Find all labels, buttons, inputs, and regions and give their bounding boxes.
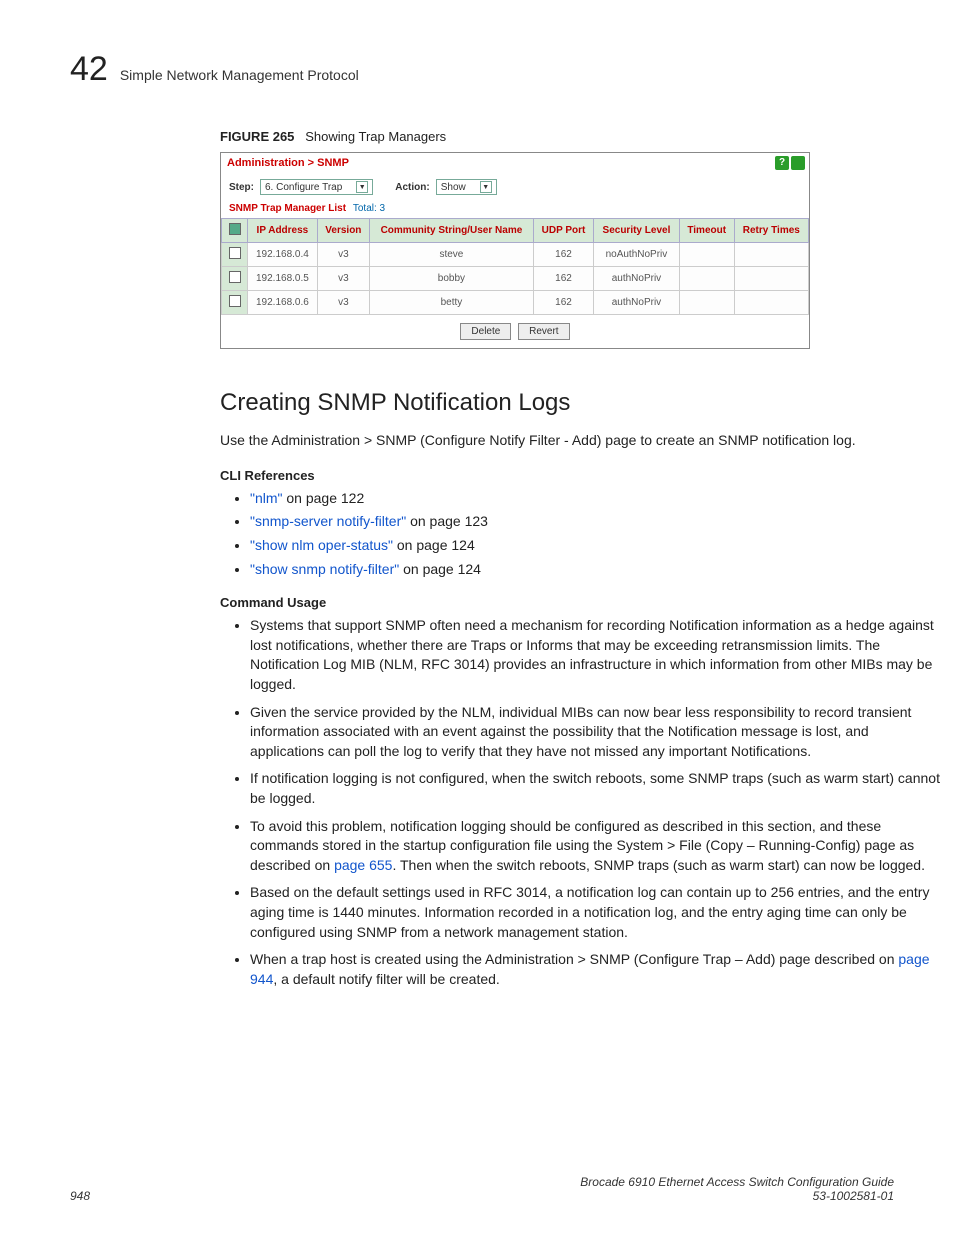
- list-title: SNMP Trap Manager List: [229, 203, 346, 214]
- table-row: 192.168.0.5 v3 bobby 162 authNoPriv: [222, 267, 809, 291]
- figure-label: FIGURE 265: [220, 129, 294, 144]
- cell-port: 162: [533, 291, 593, 315]
- action-value: Show: [441, 182, 466, 193]
- list-item: When a trap host is created using the Ad…: [250, 950, 940, 989]
- page-link[interactable]: page 655: [334, 857, 392, 873]
- breadcrumb-text: Administration > SNMP: [227, 157, 349, 169]
- toolbar: Step: 6. Configure Trap ▼ Action: Show ▼: [221, 173, 809, 201]
- list-item: "show nlm oper-status" on page 124: [250, 536, 940, 556]
- cell-retry: [734, 267, 808, 291]
- list-item: To avoid this problem, notification logg…: [250, 817, 940, 876]
- page-footer: 948 Brocade 6910 Ethernet Access Switch …: [70, 1175, 894, 1203]
- usage-text: . Then when the switch reboots, SNMP tra…: [392, 857, 925, 873]
- usage-text: When a trap host is created using the Ad…: [250, 951, 898, 967]
- cli-ref-suffix: on page 123: [406, 513, 488, 529]
- cell-retry: [734, 291, 808, 315]
- cli-ref-suffix: on page 122: [283, 490, 365, 506]
- col-udpport: UDP Port: [533, 219, 593, 243]
- cell-timeout: [679, 291, 734, 315]
- chevron-down-icon: ▼: [356, 181, 368, 193]
- list-item: "nlm" on page 122: [250, 489, 940, 509]
- command-usage-heading: Command Usage: [220, 595, 940, 610]
- cell-sec: authNoPriv: [594, 267, 680, 291]
- cell-timeout: [679, 243, 734, 267]
- cell-ver: v3: [317, 243, 369, 267]
- cell-user: steve: [369, 243, 533, 267]
- list-item: Given the service provided by the NLM, i…: [250, 703, 940, 762]
- cli-ref-suffix: on page 124: [393, 537, 475, 553]
- usage-text: , a default notify filter will be create…: [273, 971, 499, 987]
- step-label: Step:: [229, 182, 254, 193]
- list-item: "snmp-server notify-filter" on page 123: [250, 512, 940, 532]
- figure-caption: FIGURE 265 Showing Trap Managers: [220, 129, 940, 144]
- col-community: Community String/User Name: [369, 219, 533, 243]
- footer-page-number: 948: [70, 1189, 90, 1203]
- chevron-down-icon: ▼: [480, 181, 492, 193]
- table-row: 192.168.0.6 v3 betty 162 authNoPriv: [222, 291, 809, 315]
- help-icon[interactable]: ?: [775, 156, 789, 170]
- cell-user: bobby: [369, 267, 533, 291]
- col-retry: Retry Times: [734, 219, 808, 243]
- screenshot-panel: Administration > SNMP ? Step: 6. Configu…: [220, 152, 810, 349]
- trap-manager-table: IP Address Version Community String/User…: [221, 218, 809, 315]
- cell-ver: v3: [317, 267, 369, 291]
- delete-button[interactable]: Delete: [460, 323, 511, 340]
- cell-timeout: [679, 267, 734, 291]
- cell-sec: authNoPriv: [594, 291, 680, 315]
- cell-ip: 192.168.0.6: [248, 291, 318, 315]
- breadcrumb: Administration > SNMP ?: [221, 153, 809, 173]
- figure-title: Showing Trap Managers: [305, 129, 446, 144]
- command-usage-list: Systems that support SNMP often need a m…: [250, 616, 940, 989]
- section-heading: Creating SNMP Notification Logs: [220, 389, 940, 417]
- cell-ver: v3: [317, 291, 369, 315]
- list-item: Based on the default settings used in RF…: [250, 883, 940, 942]
- cli-references-heading: CLI References: [220, 468, 940, 483]
- cell-retry: [734, 243, 808, 267]
- cell-sec: noAuthNoPriv: [594, 243, 680, 267]
- header-checkbox-cell: [222, 219, 248, 243]
- chapter-title: Simple Network Management Protocol: [120, 67, 359, 83]
- cli-references-list: "nlm" on page 122 "snmp-server notify-fi…: [250, 489, 940, 579]
- col-ip: IP Address: [248, 219, 318, 243]
- page-header: 42 Simple Network Management Protocol: [70, 50, 894, 89]
- cell-port: 162: [533, 267, 593, 291]
- list-item: If notification logging is not configure…: [250, 769, 940, 808]
- footer-doc-number: 53-1002581-01: [813, 1189, 894, 1203]
- step-select[interactable]: 6. Configure Trap ▼: [260, 179, 373, 195]
- row-checkbox[interactable]: [229, 271, 241, 283]
- action-label: Action:: [395, 182, 429, 193]
- row-checkbox[interactable]: [229, 247, 241, 259]
- intro-paragraph: Use the Administration > SNMP (Configure…: [220, 431, 940, 450]
- cell-ip: 192.168.0.5: [248, 267, 318, 291]
- step-value: 6. Configure Trap: [265, 182, 342, 193]
- footer-guide-title: Brocade 6910 Ethernet Access Switch Conf…: [580, 1175, 894, 1189]
- cli-ref-link[interactable]: "snmp-server notify-filter": [250, 513, 406, 529]
- list-item: "show snmp notify-filter" on page 124: [250, 560, 940, 580]
- col-timeout: Timeout: [679, 219, 734, 243]
- col-security: Security Level: [594, 219, 680, 243]
- action-select[interactable]: Show ▼: [436, 179, 497, 195]
- row-checkbox[interactable]: [229, 295, 241, 307]
- cli-ref-link[interactable]: "show snmp notify-filter": [250, 561, 399, 577]
- list-total: Total: 3: [353, 203, 385, 214]
- list-title-row: SNMP Trap Manager List Total: 3: [221, 201, 809, 218]
- cli-ref-link[interactable]: "show nlm oper-status": [250, 537, 393, 553]
- button-row: Delete Revert: [221, 315, 809, 348]
- col-version: Version: [317, 219, 369, 243]
- list-item: Systems that support SNMP often need a m…: [250, 616, 940, 694]
- cell-ip: 192.168.0.4: [248, 243, 318, 267]
- header-checkbox[interactable]: [229, 223, 241, 235]
- help-icon-2[interactable]: [791, 156, 805, 170]
- page-number-top: 42: [70, 50, 108, 89]
- cell-user: betty: [369, 291, 533, 315]
- cell-port: 162: [533, 243, 593, 267]
- table-row: 192.168.0.4 v3 steve 162 noAuthNoPriv: [222, 243, 809, 267]
- cli-ref-link[interactable]: "nlm": [250, 490, 283, 506]
- revert-button[interactable]: Revert: [518, 323, 569, 340]
- cli-ref-suffix: on page 124: [399, 561, 481, 577]
